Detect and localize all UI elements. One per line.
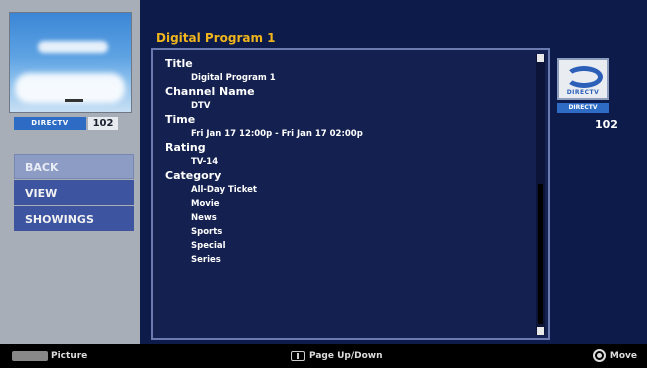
- field-time: Time Fri Jan 17 12:00p - Fri Jan 17 02:0…: [165, 113, 525, 141]
- remote-button-icon: [12, 351, 48, 361]
- preview-network-tag: DIRECTV: [14, 117, 86, 130]
- category-item: Movie: [191, 199, 220, 209]
- scrollbar[interactable]: [536, 54, 545, 335]
- network-tag: DIRECTV: [557, 103, 609, 113]
- logo-swoosh-icon: [565, 66, 603, 88]
- video-preview: [9, 12, 132, 113]
- showings-button[interactable]: SHOWINGS: [14, 206, 134, 231]
- field-category: Category All-Day Ticket Movie News Sport…: [165, 169, 525, 267]
- left-panel: DIRECTV 102 BACK VIEW SHOWINGS: [0, 0, 140, 344]
- channel-rocker-icon: [291, 351, 305, 361]
- category-item: Sports: [191, 227, 223, 237]
- side-menu: BACK VIEW SHOWINGS: [14, 154, 134, 232]
- footer-page-hint: Page Up/Down: [291, 350, 383, 362]
- field-title: Title Digital Program 1: [165, 57, 525, 85]
- category-item: News: [191, 213, 217, 223]
- scroll-thumb[interactable]: [538, 184, 543, 324]
- aircraft-shape: [65, 99, 83, 102]
- field-channel-name: Channel Name DTV: [165, 85, 525, 113]
- dpad-icon: [592, 349, 606, 362]
- network-logo: DIRECTV: [557, 58, 609, 100]
- footer-move-hint: Move: [592, 349, 637, 362]
- field-value: Digital Program 1: [191, 73, 276, 83]
- category-item: Series: [191, 255, 221, 265]
- logo-brand-text: DIRECTV: [566, 89, 600, 96]
- program-info-panel[interactable]: Title Digital Program 1 Channel Name DTV…: [151, 48, 550, 340]
- field-value: TV-14: [191, 157, 219, 167]
- footer-move-label: Move: [609, 350, 637, 361]
- scroll-up-arrow-icon[interactable]: [537, 54, 544, 62]
- footer-page-label: Page Up/Down: [309, 351, 383, 361]
- scroll-down-arrow-icon[interactable]: [537, 327, 544, 335]
- field-value: Fri Jan 17 12:00p - Fri Jan 17 02:00p: [191, 129, 363, 139]
- program-info-screen: DIRECTV 102 BACK VIEW SHOWINGS Digital P…: [0, 0, 647, 368]
- preview-channel-number: 102: [88, 117, 118, 130]
- page-title: Digital Program 1: [156, 31, 276, 45]
- field-label: Channel Name: [165, 85, 255, 98]
- field-label: Title: [165, 57, 193, 70]
- field-label: Time: [165, 113, 196, 126]
- category-item: Special: [191, 241, 226, 251]
- channel-number: 102: [595, 118, 618, 131]
- field-label: Rating: [165, 141, 206, 154]
- back-button[interactable]: BACK: [14, 154, 134, 179]
- footer-bar: Picture Page Up/Down Move: [0, 344, 647, 368]
- field-rating: Rating TV-14: [165, 141, 525, 169]
- category-item: All-Day Ticket: [191, 185, 257, 195]
- field-label: Category: [165, 169, 222, 182]
- cloud-shape: [38, 41, 108, 53]
- view-button[interactable]: VIEW: [14, 180, 134, 205]
- program-info-content: Title Digital Program 1 Channel Name DTV…: [165, 57, 525, 267]
- field-value: DTV: [191, 101, 211, 111]
- footer-picture-hint: Picture: [12, 350, 87, 362]
- footer-picture-label: Picture: [51, 351, 88, 361]
